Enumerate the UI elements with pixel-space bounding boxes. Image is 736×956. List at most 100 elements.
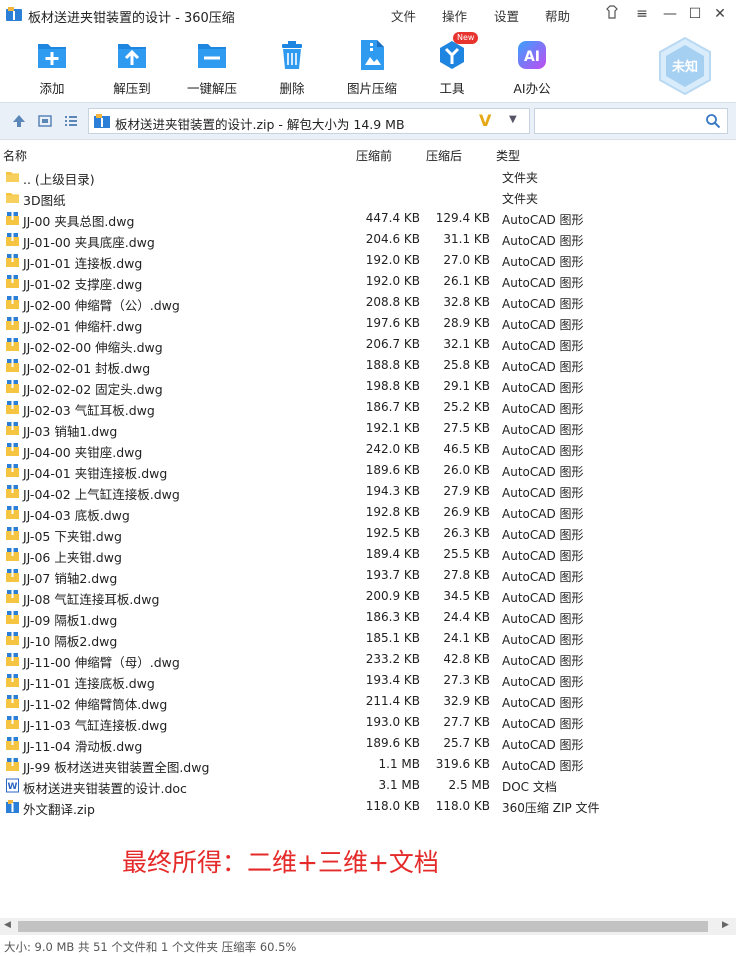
file-row[interactable]: JJ-99 板材送进夹钳装置全图.dwg 1.1 MB 319.6 KB AutoCA… [0,754,736,775]
column-header-row: 名称 压缩前 压缩后 类型 [0,145,736,165]
size-after: 31.1 KB [443,232,490,246]
file-row[interactable]: .. (上级目录) 文件夹 [0,166,736,187]
trash-icon [275,38,309,72]
tools-icon: New [435,32,479,72]
menu-settings[interactable]: 设置 [494,6,519,25]
search-icon[interactable] [705,113,721,129]
dwg-icon [5,652,20,667]
file-type: AutoCAD 图形 [502,738,584,752]
user-avatar-badge[interactable]: 未知 [656,36,714,96]
size-before: 186.3 KB [365,610,420,624]
file-row[interactable]: JJ-04-03 底板.dwg 192.8 KB 26.9 KB AutoCAD 图形 [0,502,736,523]
size-before: 200.9 KB [365,589,420,603]
file-row[interactable]: JJ-11-04 滑动板.dwg 189.6 KB 25.7 KB AutoCAD 图… [0,733,736,754]
maximize-icon[interactable]: ☐ [685,5,705,23]
file-row[interactable]: JJ-01-01 连接板.dwg 192.0 KB 27.0 KB AutoCAD 图… [0,250,736,271]
file-row[interactable]: JJ-02-02-01 封板.dwg 188.8 KB 25.8 KB AutoCAD… [0,355,736,376]
file-row[interactable]: JJ-07 销轴2.dwg 193.7 KB 27.8 KB AutoCAD 图形 [0,565,736,586]
dwg-icon [5,211,20,226]
file-row[interactable]: JJ-01-00 夹具底座.dwg 204.6 KB 31.1 KB AutoCAD … [0,229,736,250]
file-row[interactable]: JJ-10 隔板2.dwg 185.1 KB 24.1 KB AutoCAD 图形 [0,628,736,649]
image-compress-button[interactable]: 图片压缩 [332,32,412,97]
file-row[interactable]: JJ-00 夹具总图.dwg 447.4 KB 129.4 KB AutoCAD 图形 [0,208,736,229]
file-name: JJ-03 销轴1.dwg [23,424,118,439]
skin-icon[interactable] [602,5,622,23]
dwg-icon [5,631,20,646]
file-row[interactable]: JJ-08 气缸连接耳板.dwg 200.9 KB 34.5 KB AutoCAD 图… [0,586,736,607]
file-row[interactable]: 外文翻译.zip 118.0 KB 118.0 KB 360压缩 ZIP 文件 [0,796,736,817]
file-type: AutoCAD 图形 [502,255,584,269]
file-row[interactable]: JJ-06 上夹钳.dwg 189.4 KB 25.5 KB AutoCAD 图形 [0,544,736,565]
file-type: AutoCAD 图形 [502,297,584,311]
file-name: JJ-09 隔板1.dwg [23,613,118,628]
horizontal-scrollbar[interactable]: ◀ ▶ [0,918,736,935]
file-row[interactable]: JJ-11-02 伸缩臂筒体.dwg 211.4 KB 32.9 KB AutoCAD… [0,691,736,712]
svg-text:W: W [8,782,18,792]
file-type: AutoCAD 图形 [502,381,584,395]
file-row[interactable]: JJ-11-01 连接底板.dwg 193.4 KB 27.3 KB AutoCAD … [0,670,736,691]
file-row[interactable]: JJ-02-02-02 固定头.dwg 198.8 KB 29.1 KB AutoCA… [0,376,736,397]
column-uncompressed[interactable]: 压缩后 [426,147,462,164]
ai-office-button[interactable]: AI AI办公 [492,32,572,97]
tools-button[interactable]: New 工具 [412,32,492,97]
file-row[interactable]: JJ-02-03 气缸耳板.dwg 186.7 KB 25.2 KB AutoCAD … [0,397,736,418]
file-row[interactable]: JJ-02-01 伸缩杆.dwg 197.6 KB 28.9 KB AutoCAD 图… [0,313,736,334]
file-row[interactable]: JJ-02-02-00 伸缩头.dwg 206.7 KB 32.1 KB AutoCA… [0,334,736,355]
file-row[interactable]: JJ-04-01 夹钳连接板.dwg 189.6 KB 26.0 KB AutoCAD… [0,460,736,481]
file-type: AutoCAD 图形 [502,423,584,437]
file-row[interactable]: JJ-01-02 支撑座.dwg 192.0 KB 26.1 KB AutoCAD 图… [0,271,736,292]
extract-to-button[interactable]: 解压到 [92,32,172,97]
list-view-icon[interactable] [63,113,79,129]
minimize-icon[interactable]: — [660,5,680,23]
column-name[interactable]: 名称 [3,147,27,164]
menu-operate[interactable]: 操作 [442,6,467,25]
file-type: AutoCAD 图形 [502,444,584,458]
file-type: AutoCAD 图形 [502,717,584,731]
column-compressed[interactable]: 压缩前 [356,147,392,164]
size-before: 193.0 KB [365,715,420,729]
path-field[interactable]: 板材送进夹钳装置的设计.zip - 解包大小为 14.9 MB V ▼ [88,108,530,134]
file-name: JJ-01-01 连接板.dwg [23,256,143,271]
file-name: JJ-10 隔板2.dwg [23,634,118,649]
one-click-extract-button[interactable]: 一键解压 [172,32,252,97]
file-row[interactable]: JJ-11-00 伸缩臂（母）.dwg 233.2 KB 42.8 KB AutoCA… [0,649,736,670]
dwg-icon [5,736,20,751]
dwg-icon [5,610,20,625]
file-row[interactable]: JJ-02-00 伸缩臂（公）.dwg 208.8 KB 32.8 KB AutoCA… [0,292,736,313]
file-row[interactable]: JJ-03 销轴1.dwg 192.1 KB 27.5 KB AutoCAD 图形 [0,418,736,439]
search-input[interactable] [534,108,728,134]
size-before: 188.8 KB [365,358,420,372]
file-name: JJ-04-03 底板.dwg [23,508,130,523]
scroll-right-icon[interactable]: ▶ [722,920,729,930]
chevron-down-icon[interactable]: ▼ [509,114,517,125]
size-after: 29.1 KB [443,379,490,393]
file-row[interactable]: JJ-11-03 气缸连接板.dwg 193.0 KB 27.7 KB AutoCAD… [0,712,736,733]
delete-button[interactable]: 删除 [252,32,332,97]
size-before: 189.6 KB [365,736,420,750]
file-name: JJ-11-01 连接底板.dwg [23,676,155,691]
scroll-thumb[interactable] [18,921,708,932]
file-type: AutoCAD 图形 [502,612,584,626]
size-before: 198.8 KB [365,379,420,393]
size-after: 25.7 KB [443,736,490,750]
menu-file[interactable]: 文件 [391,6,416,25]
file-row[interactable]: JJ-05 下夹钳.dwg 192.5 KB 26.3 KB AutoCAD 图形 [0,523,736,544]
file-row[interactable]: W 板材送进夹钳装置的设计.doc 3.1 MB 2.5 MB DOC 文档 [0,775,736,796]
file-type: AutoCAD 图形 [502,633,584,647]
close-icon[interactable]: ✕ [710,5,730,23]
file-row[interactable]: JJ-09 隔板1.dwg 186.3 KB 24.4 KB AutoCAD 图形 [0,607,736,628]
add-button[interactable]: 添加 [12,32,92,97]
column-type[interactable]: 类型 [496,147,520,164]
extract-icon [115,38,149,72]
scroll-left-icon[interactable]: ◀ [4,920,11,930]
file-row[interactable]: JJ-04-00 夹钳座.dwg 242.0 KB 46.5 KB AutoCAD 图… [0,439,736,460]
file-row[interactable]: 3D图纸 文件夹 [0,187,736,208]
thumbnail-view-icon[interactable] [37,113,53,129]
file-name: 板材送进夹钳装置的设计.doc [23,781,187,796]
file-row[interactable]: JJ-04-02 上气缸连接板.dwg 194.3 KB 27.9 KB AutoCA… [0,481,736,502]
dwg-icon [5,316,20,331]
menu-icon[interactable]: ≡ [632,5,652,23]
up-arrow-icon[interactable] [11,113,27,129]
size-after: 27.8 KB [443,568,490,582]
menu-help[interactable]: 帮助 [545,6,570,25]
